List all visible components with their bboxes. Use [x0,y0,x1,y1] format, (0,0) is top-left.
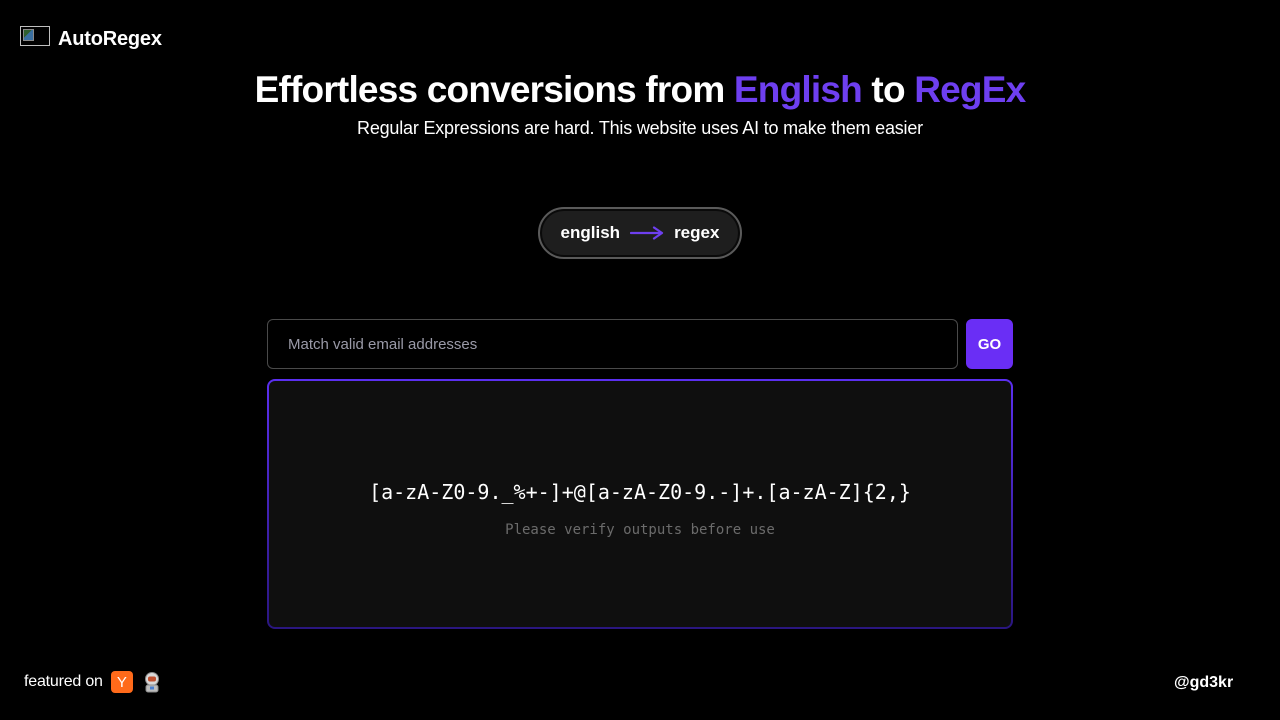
title-regex: RegEx [914,69,1026,110]
mode-to-label: regex [674,223,720,242]
brand-header[interactable]: AutoRegex [20,20,162,51]
arrow-right-icon [630,226,664,240]
brand-name: AutoRegex [58,28,162,50]
title-to: to [861,69,915,110]
title-english: English [733,69,863,110]
regex-output-panel: [a-zA-Z0-9._%+-]+@[a-zA-Z0-9.-]+.[a-zA-Z… [267,379,1013,629]
prompt-input[interactable] [267,319,958,369]
title-part-1: Effortless conversions from [254,69,734,110]
page-title: Effortless conversions from English to R… [0,68,1280,112]
author-handle-link[interactable]: @gd3kr [1174,674,1233,692]
broken-image-icon [20,25,50,46]
go-button[interactable]: GO [966,319,1013,369]
hero-section: Effortless conversions from English to R… [0,68,1280,139]
page-subtitle: Regular Expressions are hard. This websi… [357,118,923,138]
astronaut-icon[interactable] [141,671,163,693]
mode-toggle-button[interactable]: english regex [538,207,742,259]
mode-from-label: english [560,223,621,242]
verify-note: Please verify outputs before use [505,522,775,538]
regex-output-text[interactable]: [a-zA-Z0-9._%+-]+@[a-zA-Z0-9.-]+.[a-zA-Z… [369,480,911,504]
featured-on: featured on Y [24,671,163,693]
ycombinator-icon[interactable]: Y [110,671,133,693]
yc-badge-letter: Y [116,673,127,691]
featured-label: featured on [24,673,103,690]
prompt-form: GO [267,319,1013,369]
